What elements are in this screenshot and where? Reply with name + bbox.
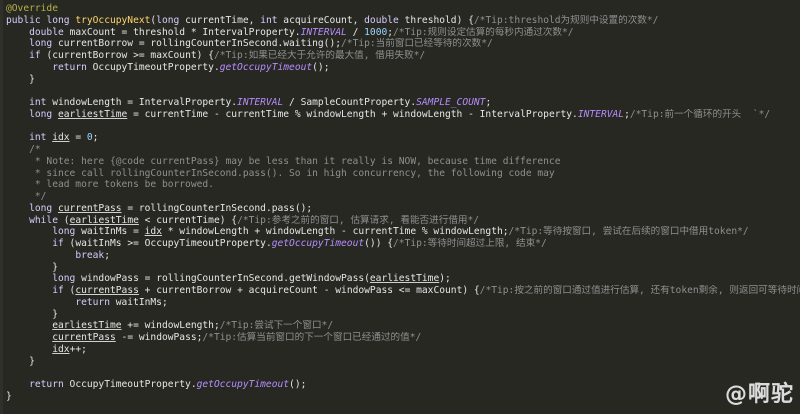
code-line: long waitInMs = idx * windowLength + win… bbox=[52, 226, 749, 238]
code-line: */ bbox=[6, 191, 47, 202]
code-line: * Note: here {@code currentPass} may be … bbox=[6, 155, 561, 167]
code-line: @Override bbox=[6, 3, 58, 14]
code-line: return waitInMs; bbox=[75, 296, 168, 308]
code-line: long windowPass = rollingCounterInSecond… bbox=[52, 273, 451, 285]
author-watermark: @啊驼 bbox=[724, 382, 794, 407]
code-line: double maxCount = threshold * IntervalPr… bbox=[29, 26, 574, 38]
code-line: } bbox=[6, 355, 35, 367]
code-line: long earliestTime = currentTime - curren… bbox=[29, 108, 771, 120]
code-line: /* bbox=[6, 144, 41, 155]
code-editor[interactable]: @Override public long tryOccupyNext(long … bbox=[0, 0, 800, 414]
code-line: currentPass -= windowPass;/*Tip:估算当前窗口的下… bbox=[52, 332, 422, 343]
code-line: return OccupyTimeoutProperty.getOccupyTi… bbox=[29, 379, 307, 390]
code-line: int idx = 0; bbox=[29, 132, 99, 144]
code-line: * since call rollingCounterInSecond.pass… bbox=[6, 167, 555, 179]
code-line: if (waitInMs >= OccupyTimeoutProperty.ge… bbox=[52, 238, 547, 249]
code-line: int windowLength = IntervalProperty.INTE… bbox=[29, 97, 492, 108]
code-line: return OccupyTimeoutProperty.getOccupyTi… bbox=[52, 61, 330, 73]
code-line: } bbox=[6, 73, 35, 85]
code-line: long currentPass = rollingCounterInSecon… bbox=[29, 202, 313, 214]
code-line: while (earliestTime < currentTime) {/*Ti… bbox=[29, 214, 480, 226]
code-line: idx++; bbox=[52, 343, 87, 355]
code-line: } bbox=[6, 308, 58, 320]
code-line: } bbox=[6, 261, 58, 273]
code-line: } bbox=[6, 390, 12, 402]
code-line: * lead more tokens be borrowed. bbox=[6, 179, 214, 191]
code-line: earliestTime += windowLength;/*Tip:尝试下一个… bbox=[52, 320, 334, 332]
code-line: if (currentBorrow >= maxCount) {/*Tip:如果… bbox=[29, 50, 426, 61]
code-line: long currentBorrow = rollingCounterInSec… bbox=[29, 38, 493, 50]
code-line: break; bbox=[75, 249, 110, 261]
editor-gutter bbox=[0, 0, 3, 414]
code-line: if (currentPass + currentBorrow + acquir… bbox=[52, 285, 800, 296]
code-line: public long tryOccupyNext(long currentTi… bbox=[6, 14, 659, 26]
